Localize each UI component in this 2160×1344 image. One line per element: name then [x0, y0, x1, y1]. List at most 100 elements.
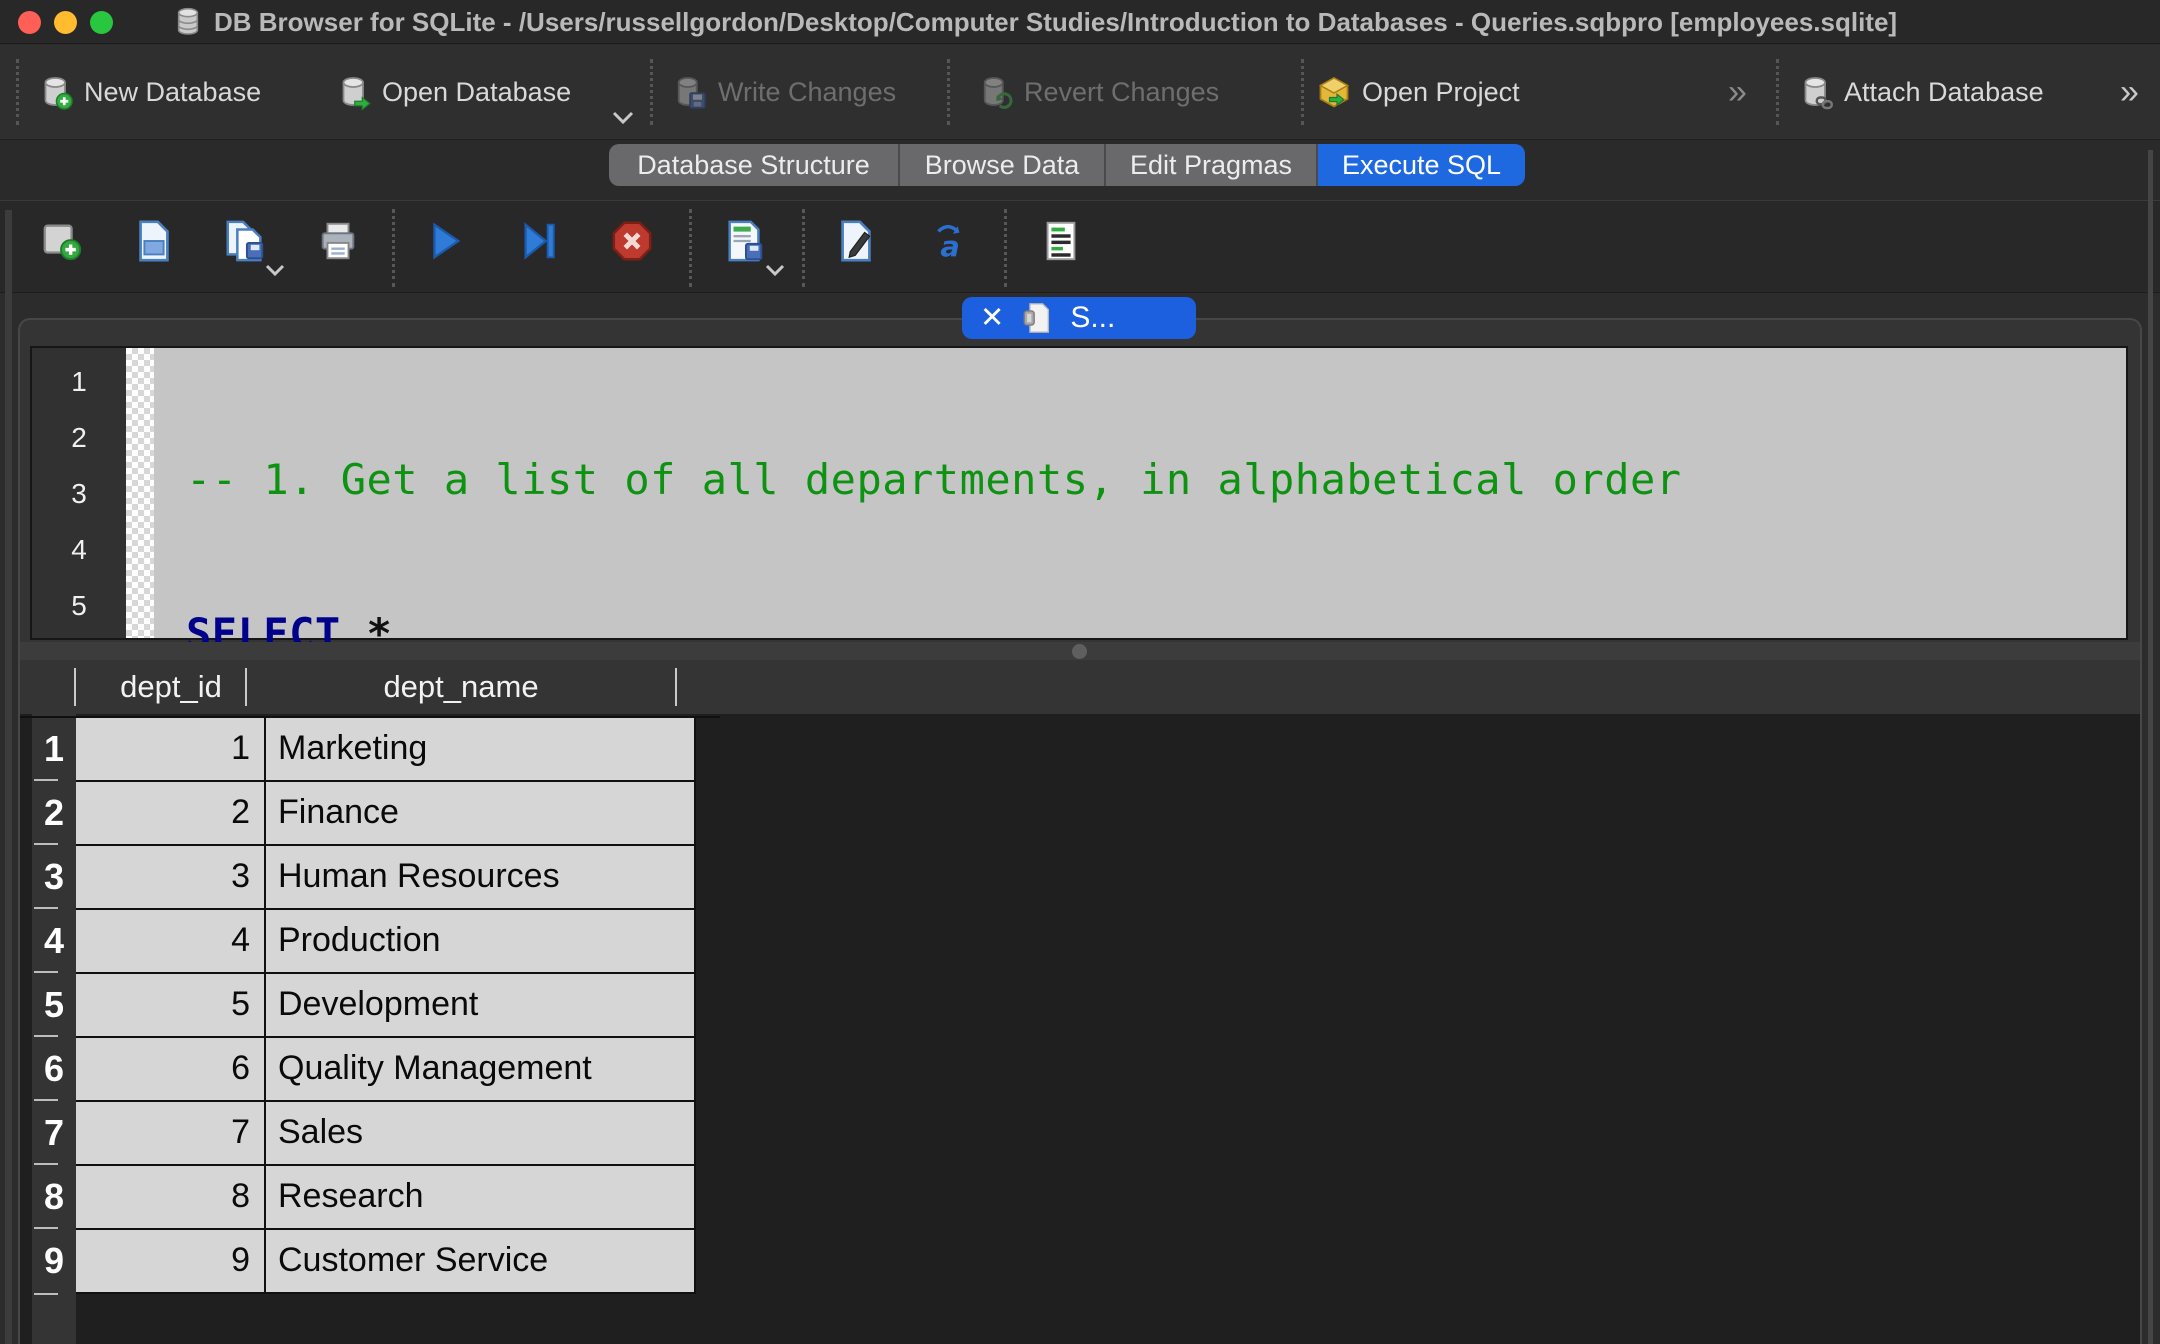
- stop-button[interactable]: [606, 215, 658, 267]
- attach-database-icon: [1798, 75, 1834, 111]
- tab-execute-sql[interactable]: Execute SQL: [1318, 144, 1525, 186]
- save-sql-file-button[interactable]: [219, 215, 271, 267]
- cell-dept-id[interactable]: 7: [76, 1102, 266, 1166]
- toolbar-overflow-icon[interactable]: »: [1728, 45, 1745, 140]
- line-number: 4: [32, 522, 126, 578]
- new-query-tab-button[interactable]: [36, 215, 88, 267]
- row-separator-tick: [34, 907, 58, 909]
- cell-dept-id[interactable]: 2: [76, 782, 266, 846]
- open-database-icon: [336, 75, 372, 111]
- table-row[interactable]: 3 3 Human Resources: [20, 846, 720, 910]
- save-sql-dropdown-chevron-icon[interactable]: [261, 263, 289, 279]
- cell-dept-name[interactable]: Marketing: [266, 718, 696, 782]
- table-row[interactable]: 1 1 Marketing: [20, 718, 720, 782]
- execute-sql-button[interactable]: [418, 215, 470, 267]
- row-separator-tick: [34, 1227, 58, 1229]
- table-row[interactable]: 2 2 Finance: [20, 782, 720, 846]
- toolbar-separator: [1301, 59, 1304, 125]
- print-button[interactable]: [312, 215, 364, 267]
- table-row[interactable]: 6 6 Quality Management: [20, 1038, 720, 1102]
- table-row[interactable]: 5 5 Development: [20, 974, 720, 1038]
- line-number: 2: [32, 410, 126, 466]
- cell-dept-name[interactable]: Research: [266, 1166, 696, 1230]
- column-header-dept-name[interactable]: dept_name: [246, 660, 676, 714]
- cell-dept-id[interactable]: 6: [76, 1038, 266, 1102]
- attach-database-button[interactable]: Attach Database: [1798, 45, 2044, 140]
- open-project-icon: [1316, 75, 1352, 111]
- table-row[interactable]: 9 9 Customer Service: [20, 1230, 720, 1294]
- cell-dept-name[interactable]: Finance: [266, 782, 696, 846]
- table-row[interactable]: 8 8 Research: [20, 1166, 720, 1230]
- window-right-edge: [2148, 150, 2153, 1344]
- edit-sql-button[interactable]: [830, 215, 882, 267]
- close-window-button[interactable]: [18, 11, 41, 34]
- cell-dept-id[interactable]: 8: [76, 1166, 266, 1230]
- cell-dept-id[interactable]: 5: [76, 974, 266, 1038]
- cell-dept-name[interactable]: Human Resources: [266, 846, 696, 910]
- attach-database-label: Attach Database: [1844, 77, 2044, 108]
- sql-tab-label: S...: [1070, 301, 1115, 335]
- sql-editor-tab[interactable]: ✕ S...: [962, 297, 1196, 339]
- query-log-icon: [1038, 218, 1084, 264]
- row-number: 8: [32, 1166, 76, 1230]
- query-log-button[interactable]: [1035, 215, 1087, 267]
- zoom-window-button[interactable]: [90, 11, 113, 34]
- table-row[interactable]: 4 4 Production: [20, 910, 720, 974]
- cell-dept-name[interactable]: Production: [266, 910, 696, 974]
- cell-dept-name[interactable]: Quality Management: [266, 1038, 696, 1102]
- cell-dept-id[interactable]: 3: [76, 846, 266, 910]
- view-tab-bar: Database Structure Browse Data Edit Prag…: [0, 140, 2160, 200]
- open-database-dropdown-chevron-icon[interactable]: [608, 109, 638, 127]
- execute-current-line-button[interactable]: [513, 215, 565, 267]
- editor-fold-margin: [126, 348, 154, 638]
- title-bar: DB Browser for SQLite - /Users/russellgo…: [0, 0, 2160, 44]
- tab-edit-pragmas[interactable]: Edit Pragmas: [1106, 144, 1318, 186]
- row-number: 7: [32, 1102, 76, 1166]
- auto-complete-button[interactable]: a: [922, 215, 974, 267]
- splitter-grip-icon[interactable]: [1072, 644, 1087, 659]
- sql-code-area[interactable]: -- 1. Get a list of all departments, in …: [154, 348, 2126, 638]
- close-tab-icon[interactable]: ✕: [980, 304, 1004, 333]
- toolbar-overflow-icon[interactable]: »: [2120, 45, 2137, 140]
- revert-changes-button: Revert Changes: [978, 45, 1219, 140]
- execute-line-icon: [516, 218, 562, 264]
- cell-dept-id[interactable]: 4: [76, 910, 266, 974]
- cell-dept-name[interactable]: Customer Service: [266, 1230, 696, 1294]
- print-icon: [315, 218, 361, 264]
- edit-pen-icon: [833, 218, 879, 264]
- toolbar-separator: [802, 209, 805, 287]
- save-results-button[interactable]: [719, 215, 771, 267]
- app-window: DB Browser for SQLite - /Users/russellgo…: [0, 0, 2160, 1344]
- minimize-window-button[interactable]: [54, 11, 77, 34]
- save-sql-file-icon: [222, 218, 268, 264]
- cell-dept-name[interactable]: Development: [266, 974, 696, 1038]
- new-database-icon: [38, 75, 74, 111]
- column-header-dept-id[interactable]: dept_id: [76, 660, 266, 714]
- open-project-button[interactable]: Open Project: [1316, 45, 1520, 140]
- tab-database-structure[interactable]: Database Structure: [609, 144, 900, 186]
- save-results-dropdown-chevron-icon[interactable]: [761, 263, 789, 279]
- editor-results-splitter[interactable]: [20, 642, 2140, 660]
- cell-dept-id[interactable]: 9: [76, 1230, 266, 1294]
- row-separator-tick: [34, 1099, 58, 1101]
- cell-dept-id[interactable]: 1: [76, 718, 266, 782]
- results-header-row: dept_id dept_name: [20, 660, 2140, 714]
- auto-complete-icon: a: [925, 218, 971, 264]
- toolbar-separator: [947, 59, 950, 125]
- cell-dept-name[interactable]: Sales: [266, 1102, 696, 1166]
- write-changes-button: Write Changes: [672, 45, 896, 140]
- toolbar-separator: [392, 209, 395, 287]
- row-separator-tick: [34, 1163, 58, 1165]
- toolbar-separator: [16, 59, 19, 125]
- open-sql-file-icon: [131, 218, 177, 264]
- open-database-button[interactable]: Open Database: [336, 45, 571, 140]
- new-database-button[interactable]: New Database: [38, 45, 261, 140]
- open-database-label: Open Database: [382, 77, 571, 108]
- revert-changes-icon: [978, 75, 1014, 111]
- tab-browse-data[interactable]: Browse Data: [900, 144, 1106, 186]
- open-sql-file-button[interactable]: [128, 215, 180, 267]
- toolbar-separator: [689, 209, 692, 287]
- table-row[interactable]: 7 7 Sales: [20, 1102, 720, 1166]
- row-separator-tick: [34, 1293, 58, 1295]
- sql-editor[interactable]: 1 2 3 4 5 -- 1. Get a list of all depart…: [30, 346, 2128, 640]
